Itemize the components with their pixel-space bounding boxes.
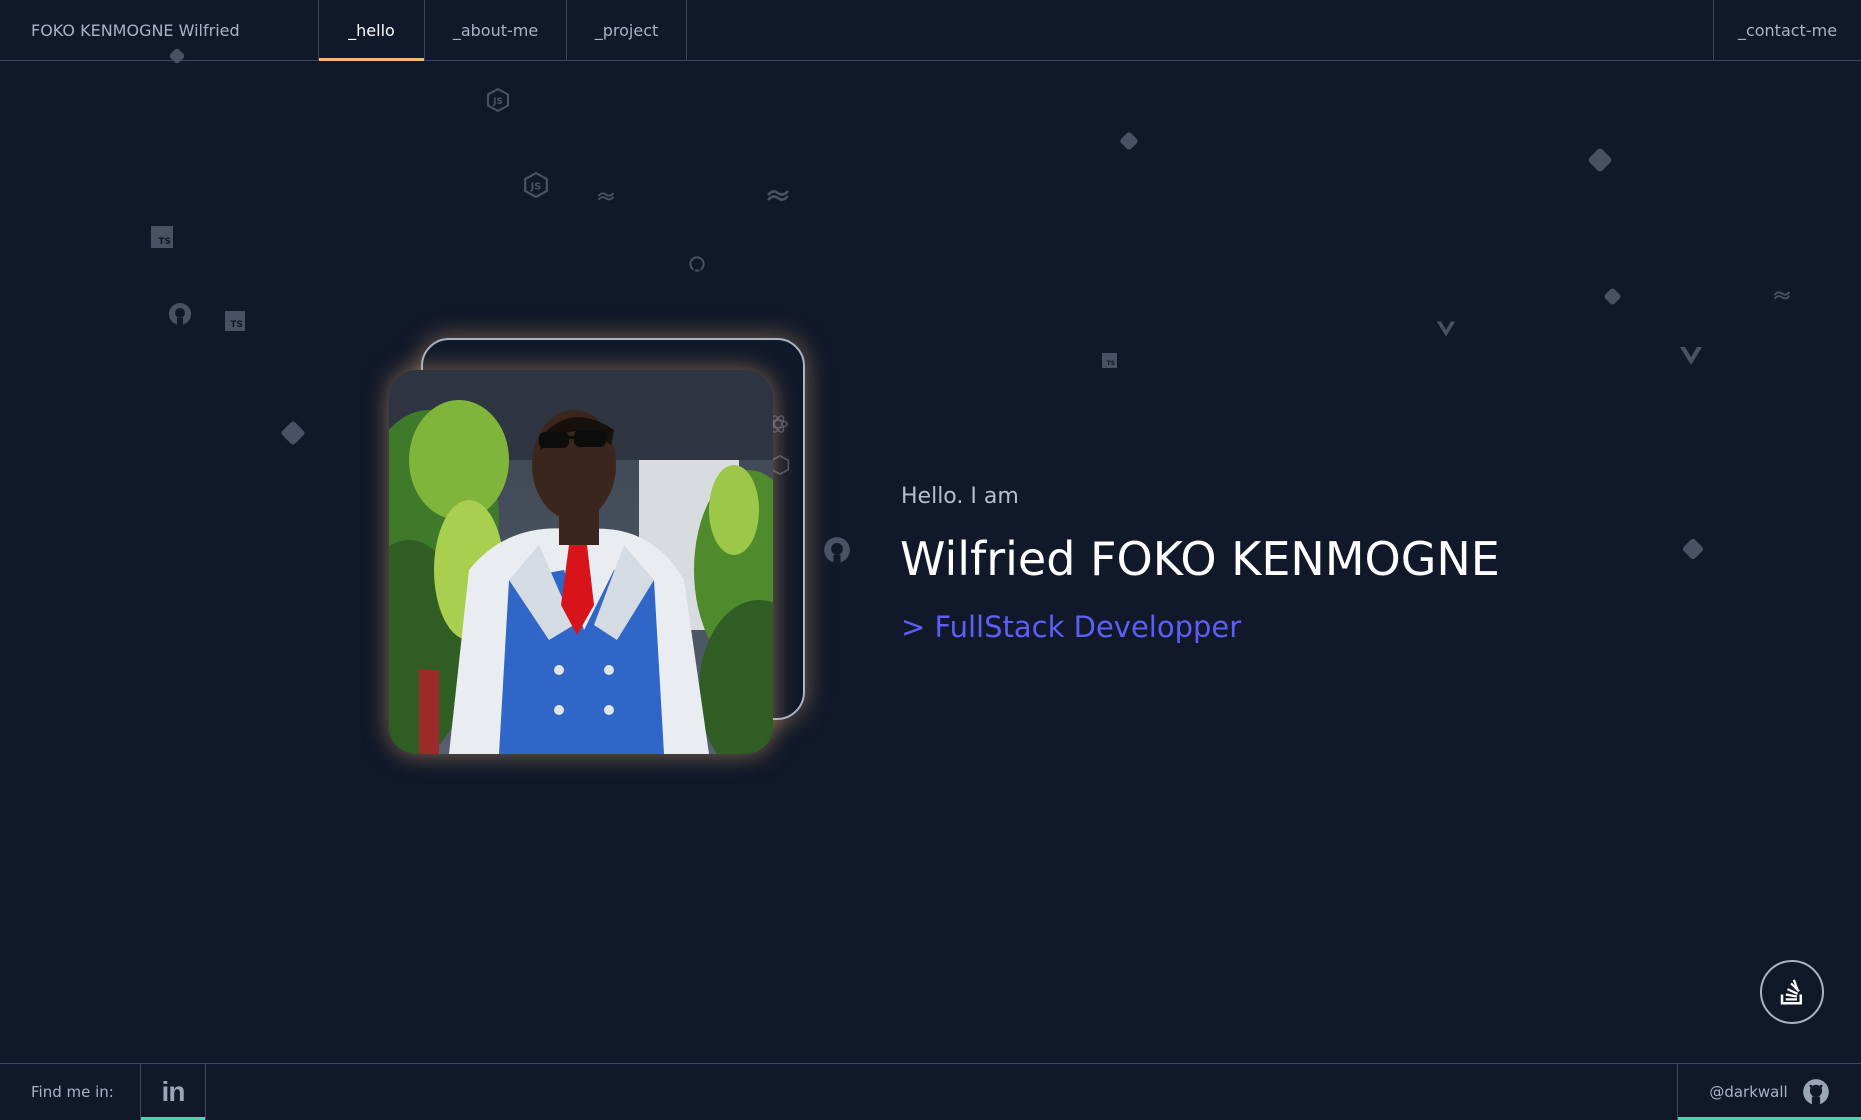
tab-about-me[interactable]: _about-me	[424, 0, 566, 60]
nodejs-icon: JS	[524, 172, 548, 198]
tailwind-icon	[597, 192, 615, 201]
stackoverflow-icon	[1780, 979, 1802, 1005]
git-icon	[1119, 131, 1139, 151]
portrait-image	[389, 370, 773, 754]
profile-photo	[389, 370, 773, 754]
footer: Find me in: in @darkwall	[0, 1063, 1861, 1120]
linkedin-link[interactable]: in	[140, 1064, 206, 1120]
github-icon	[1802, 1079, 1829, 1106]
github-icon	[169, 303, 191, 325]
typescript-icon: TS	[225, 311, 245, 331]
github-icon	[689, 256, 705, 272]
footer-spacer	[206, 1064, 1677, 1120]
hero-role: > FullStack Developper	[901, 610, 1242, 644]
git-icon	[1603, 287, 1622, 306]
git-icon	[1587, 147, 1613, 173]
typescript-icon: TS	[1102, 353, 1117, 368]
tab-contact-me[interactable]: _contact-me	[1713, 0, 1861, 60]
git-icon	[1681, 537, 1705, 561]
stackoverflow-button[interactable]	[1760, 960, 1824, 1024]
brand-name[interactable]: FOKO KENMOGNE Wilfried	[0, 0, 318, 60]
github-link[interactable]: @darkwall	[1677, 1064, 1861, 1120]
github-icon	[824, 537, 850, 563]
tailwind-icon	[1773, 291, 1791, 300]
tailwind-icon	[767, 190, 789, 201]
nodejs-icon: JS	[487, 88, 509, 112]
svg-text:JS: JS	[492, 97, 503, 107]
greeting-text: Hello. I am	[901, 484, 1019, 509]
linkedin-icon: in	[161, 1076, 186, 1107]
tab-project[interactable]: _project	[566, 0, 687, 60]
vue-icon	[1436, 321, 1456, 337]
hero-name: Wilfried FOKO KENMOGNE	[900, 532, 1500, 586]
git-icon	[280, 420, 306, 446]
find-me-label: Find me in:	[31, 1083, 114, 1101]
github-handle: @darkwall	[1709, 1083, 1788, 1101]
svg-text:JS: JS	[530, 181, 542, 192]
vue-icon	[1680, 347, 1702, 365]
typescript-icon: TS	[151, 226, 173, 248]
tab-hello[interactable]: _hello	[318, 0, 424, 61]
top-nav: FOKO KENMOGNE Wilfried _hello _about-me …	[0, 0, 1861, 61]
